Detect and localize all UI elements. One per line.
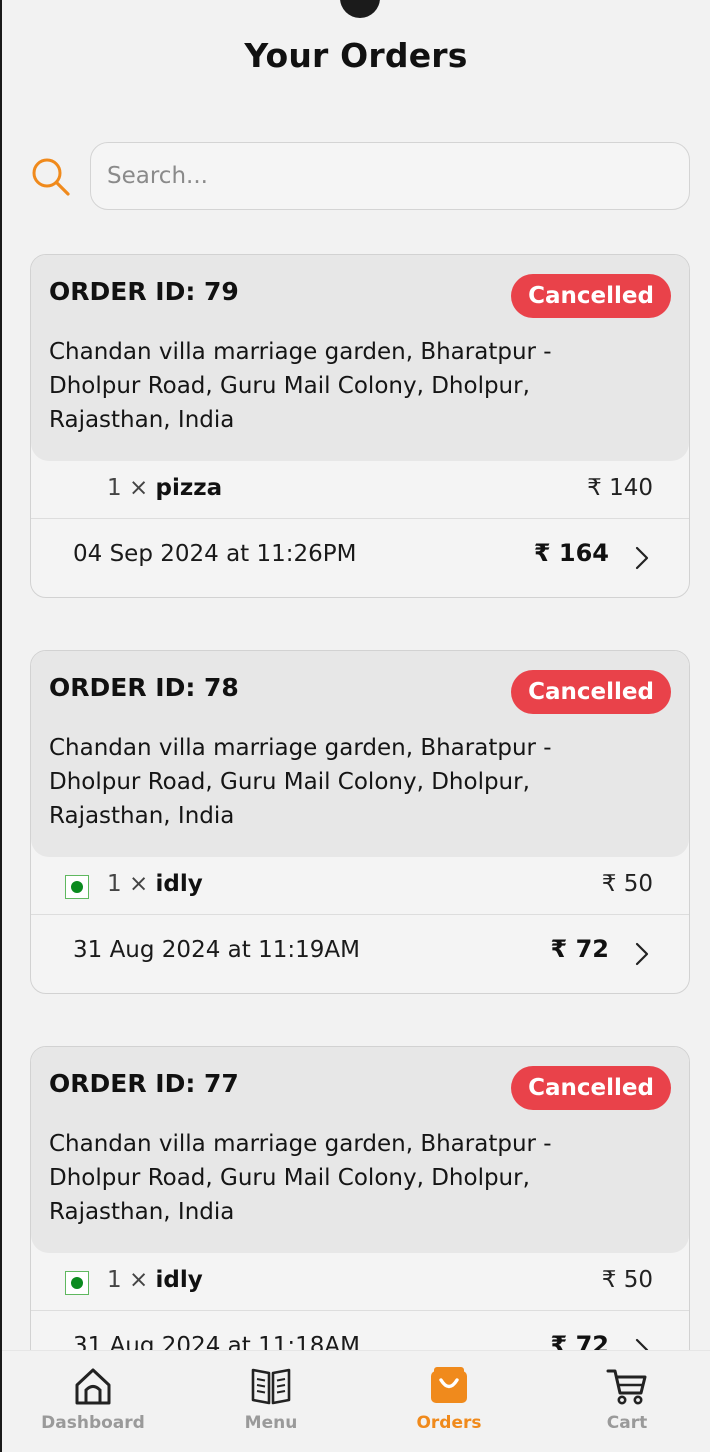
nav-label: Cart: [606, 1413, 648, 1433]
item-name: idly: [155, 871, 203, 897]
item-price: ₹ 50: [601, 871, 653, 897]
chevron-right-icon[interactable]: [633, 1337, 651, 1350]
order-summary-row[interactable]: 31 Aug 2024 at 11:19AM ₹ 72: [31, 915, 689, 991]
order-total: ₹ 164: [533, 539, 609, 567]
order-total: ₹ 72: [550, 1331, 609, 1350]
menu-book-icon: [251, 1368, 291, 1405]
order-item: 1 × pizza: [107, 475, 222, 501]
nav-item-menu[interactable]: Menu: [201, 1365, 341, 1449]
item-price: ₹ 50: [601, 1267, 653, 1293]
order-date: 31 Aug 2024 at 11:19AM: [73, 937, 360, 963]
order-id: ORDER ID: 77: [49, 1069, 239, 1098]
orders-bag-icon: [431, 1367, 467, 1403]
status-badge: Cancelled: [511, 1066, 671, 1110]
nav-label: Orders: [416, 1413, 482, 1433]
order-date: 31 Aug 2024 at 11:18AM: [73, 1333, 360, 1350]
nav-item-dashboard[interactable]: Dashboard: [23, 1365, 163, 1449]
page-title: Your Orders: [244, 36, 468, 75]
order-summary-row[interactable]: 31 Aug 2024 at 11:18AM ₹ 72: [31, 1311, 689, 1350]
order-card-header: ORDER ID: 79 Cancelled Chandan villa mar…: [31, 255, 689, 461]
status-badge: Cancelled: [511, 274, 671, 318]
nav-item-cart[interactable]: Cart: [557, 1365, 697, 1449]
nav-item-orders[interactable]: Orders: [379, 1365, 519, 1449]
order-card[interactable]: ORDER ID: 78 Cancelled Chandan villa mar…: [30, 650, 690, 994]
item-price: ₹ 140: [587, 475, 653, 501]
order-card-header: ORDER ID: 78 Cancelled Chandan villa mar…: [31, 651, 689, 857]
order-date: 04 Sep 2024 at 11:26PM: [73, 541, 357, 567]
status-badge: Cancelled: [511, 670, 671, 714]
order-id: ORDER ID: 78: [49, 673, 239, 702]
item-quantity: 1 ×: [107, 871, 149, 897]
item-name: idly: [155, 1267, 203, 1293]
order-card-header: ORDER ID: 77 Cancelled Chandan villa mar…: [31, 1047, 689, 1253]
order-item-row: 1 × idly ₹ 50: [31, 1253, 689, 1311]
order-item: 1 × idly: [107, 1267, 203, 1293]
item-quantity: 1 ×: [107, 475, 149, 501]
orders-list: ORDER ID: 79 Cancelled Chandan villa mar…: [30, 254, 690, 1350]
nav-label: Dashboard: [41, 1413, 145, 1433]
order-item-row: 1 × idly ₹ 50: [31, 857, 689, 915]
order-id: ORDER ID: 79: [49, 277, 239, 306]
order-item-row: 1 × pizza ₹ 140: [31, 461, 689, 519]
delivery-address: Chandan villa marriage garden, Bharatpur…: [49, 735, 552, 829]
veg-indicator-icon: [65, 875, 89, 899]
home-icon: [75, 1368, 111, 1405]
delivery-address: Chandan villa marriage garden, Bharatpur…: [49, 339, 552, 433]
order-total: ₹ 72: [550, 935, 609, 963]
cart-icon: [606, 1369, 647, 1405]
search-bar: [30, 142, 690, 210]
order-card[interactable]: ORDER ID: 77 Cancelled Chandan villa mar…: [30, 1046, 690, 1350]
chevron-right-icon[interactable]: [633, 941, 651, 967]
nav-label: Menu: [244, 1413, 298, 1433]
item-name: pizza: [155, 475, 223, 501]
item-quantity: 1 ×: [107, 1267, 149, 1293]
order-card[interactable]: ORDER ID: 79 Cancelled Chandan villa mar…: [30, 254, 690, 598]
search-input[interactable]: [90, 142, 690, 210]
veg-indicator-icon: [65, 1271, 89, 1295]
order-item: 1 × idly: [107, 871, 203, 897]
chevron-right-icon[interactable]: [633, 545, 651, 571]
bottom-nav: Dashboard Menu Orders Cart: [2, 1350, 710, 1452]
delivery-address: Chandan villa marriage garden, Bharatpur…: [49, 1131, 552, 1225]
camera-notch: [340, 0, 380, 18]
order-summary-row[interactable]: 04 Sep 2024 at 11:26PM ₹ 164: [31, 519, 689, 595]
search-icon[interactable]: [30, 156, 72, 198]
